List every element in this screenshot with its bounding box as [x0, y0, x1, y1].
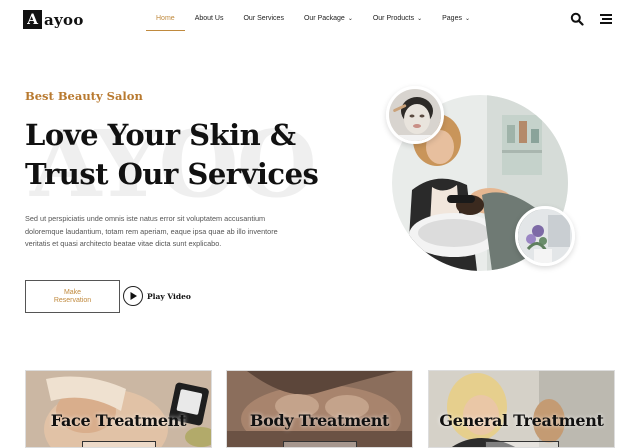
chevron-down-icon: ⌄ — [347, 16, 353, 22]
logo-mark: A — [23, 10, 42, 29]
chevron-down-icon: ⌄ — [464, 16, 471, 22]
reserve-label-line-2: Reservation — [53, 296, 92, 304]
nav-our-products[interactable]: Our Products ⌄ — [363, 9, 432, 31]
hero-title: Love Your Skin & Trust Our Services — [25, 116, 335, 194]
chevron-down-icon: ⌄ — [417, 16, 423, 22]
service-card-general[interactable]: General Treatment — [428, 370, 615, 448]
play-video-label: Play Video — [147, 291, 191, 301]
hero-eyebrow: Best Beauty Salon — [25, 89, 143, 103]
play-video-button[interactable]: Play Video — [123, 286, 191, 306]
hero-title-line-1: Love Your Skin & — [25, 118, 296, 152]
site-header: A ayoo Home About Us Our Services Our Pa… — [0, 0, 640, 40]
face-treatment-image — [26, 371, 211, 447]
card-title-general: General Treatment — [439, 411, 604, 430]
nav-about-label: About Us — [194, 15, 224, 22]
hero-description: Sed ut perspiciatis unde omnis iste natu… — [25, 214, 278, 249]
menu-icon[interactable] — [599, 12, 613, 26]
nav-pages-label: Pages — [442, 15, 462, 22]
nav-pages[interactable]: Pages ⌄ — [432, 9, 480, 31]
nav-our-services[interactable]: Our Services — [233, 9, 293, 31]
make-reservation-button[interactable]: Make Reservation — [25, 280, 120, 313]
main-nav: Home About Us Our Services Our Package ⌄ … — [146, 9, 480, 31]
card-button-face[interactable] — [82, 441, 156, 447]
flowers-image — [515, 206, 575, 266]
nav-about-us[interactable]: About Us — [185, 9, 234, 31]
logo[interactable]: A ayoo — [23, 10, 84, 29]
hero-title-line-2: Trust Our Services — [25, 157, 319, 191]
search-icon[interactable] — [570, 12, 584, 26]
reserve-label-line-1: Make — [63, 288, 82, 296]
general-treatment-image — [429, 371, 614, 447]
nav-products-label: Our Products — [372, 15, 415, 22]
card-title-face: Face Treatment — [50, 411, 187, 430]
service-card-face[interactable]: Face Treatment — [25, 370, 212, 448]
play-icon — [123, 286, 143, 306]
nav-home[interactable]: Home — [146, 9, 185, 31]
nav-package-label: Our Package — [303, 15, 345, 22]
nav-services-label: Our Services — [243, 15, 284, 22]
nav-our-package[interactable]: Our Package ⌄ — [294, 9, 363, 31]
card-button-general[interactable] — [485, 441, 559, 447]
card-title-body: Body Treatment — [249, 411, 390, 430]
face-mask-image — [386, 86, 444, 144]
logo-text: ayoo — [44, 10, 84, 29]
card-button-body[interactable] — [283, 441, 357, 447]
service-card-body[interactable]: Body Treatment — [226, 370, 413, 448]
body-treatment-image — [227, 371, 412, 447]
nav-home-label: Home — [156, 15, 175, 22]
